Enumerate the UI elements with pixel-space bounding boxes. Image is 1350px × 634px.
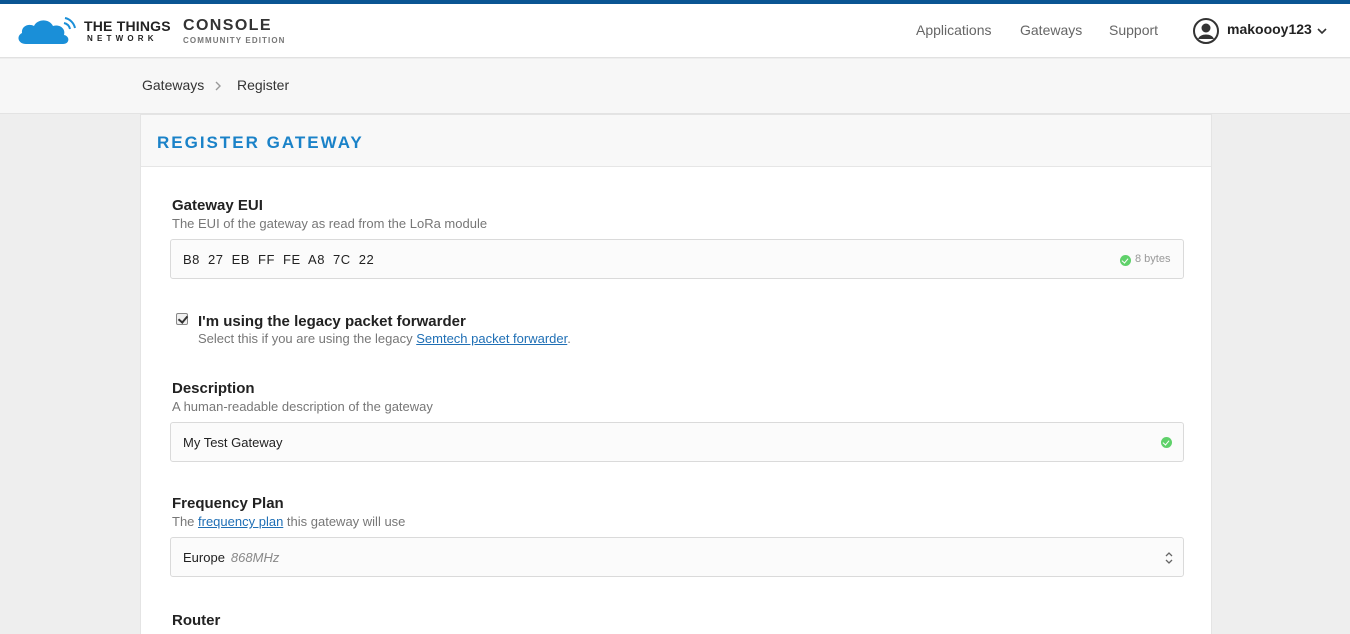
nav-applications[interactable]: Applications (916, 22, 992, 38)
description-help: A human-readable description of the gate… (172, 399, 433, 414)
product-name[interactable]: CONSOLE (183, 17, 272, 35)
router-label: Router (172, 612, 221, 629)
user-menu-name[interactable]: makoooy123 (1227, 21, 1312, 37)
frequency-help-prefix: The (172, 514, 199, 529)
user-avatar-icon[interactable] (1193, 18, 1219, 44)
eui-help: The EUI of the gateway as read from the … (172, 216, 488, 231)
legacy-forwarder-label[interactable]: I'm using the legacy packet forwarder (198, 313, 466, 330)
nav-support[interactable]: Support (1109, 22, 1158, 38)
chevron-right-icon (215, 81, 221, 91)
breadcrumb: Gateways Register (0, 59, 1350, 114)
brand-subname[interactable]: NETWORK (87, 34, 158, 43)
frequency-plan-help: The frequency plan this gateway will use (172, 514, 405, 529)
breadcrumb-gateways[interactable]: Gateways (142, 77, 204, 93)
register-gateway-card: REGISTER GATEWAY Gateway EUI The EUI of … (140, 114, 1212, 634)
description-value: My Test Gateway (183, 435, 283, 450)
legacy-help-suffix: . (567, 331, 571, 346)
check-circle-icon (1120, 255, 1131, 266)
eui-label: Gateway EUI (172, 197, 263, 214)
brand-name[interactable]: THE THINGS (84, 18, 171, 34)
description-label: Description (172, 380, 255, 397)
semtech-forwarder-link[interactable]: Semtech packet forwarder (416, 331, 567, 346)
product-edition: COMMUNITY EDITION (183, 36, 286, 45)
eui-value: B8 27 EB FF FE A8 7C 22 (183, 252, 375, 267)
description-input[interactable]: My Test Gateway (170, 422, 1184, 462)
eui-input[interactable]: B8 27 EB FF FE A8 7C 22 8 bytes (170, 239, 1184, 279)
frequency-plan-select[interactable]: Europe 868MHz (170, 537, 1184, 577)
frequency-help-suffix: this gateway will use (283, 514, 406, 529)
frequency-plan-band: 868MHz (230, 550, 280, 565)
cloud-wifi-icon[interactable] (16, 14, 76, 46)
legacy-forwarder-checkbox[interactable] (176, 313, 188, 325)
nav-gateways[interactable]: Gateways (1020, 22, 1082, 38)
chevron-down-icon[interactable] (1316, 26, 1328, 36)
page-title: REGISTER GATEWAY (157, 133, 364, 152)
legacy-help-text: Select this if you are using the legacy (198, 331, 417, 346)
legacy-forwarder-help: Select this if you are using the legacy … (198, 331, 571, 346)
card-header: REGISTER GATEWAY (141, 115, 1211, 167)
eui-byte-hint: 8 bytes (1135, 253, 1171, 265)
frequency-plan-link[interactable]: frequency plan (198, 514, 283, 529)
frequency-plan-region: Europe (183, 550, 225, 565)
top-header: THE THINGS NETWORK CONSOLE COMMUNITY EDI… (0, 4, 1350, 58)
frequency-plan-selected: Europe 868MHz (183, 550, 279, 565)
select-arrows-icon (1165, 552, 1173, 564)
frequency-plan-label: Frequency Plan (172, 495, 284, 512)
check-circle-icon (1161, 437, 1172, 448)
breadcrumb-register: Register (237, 77, 290, 93)
